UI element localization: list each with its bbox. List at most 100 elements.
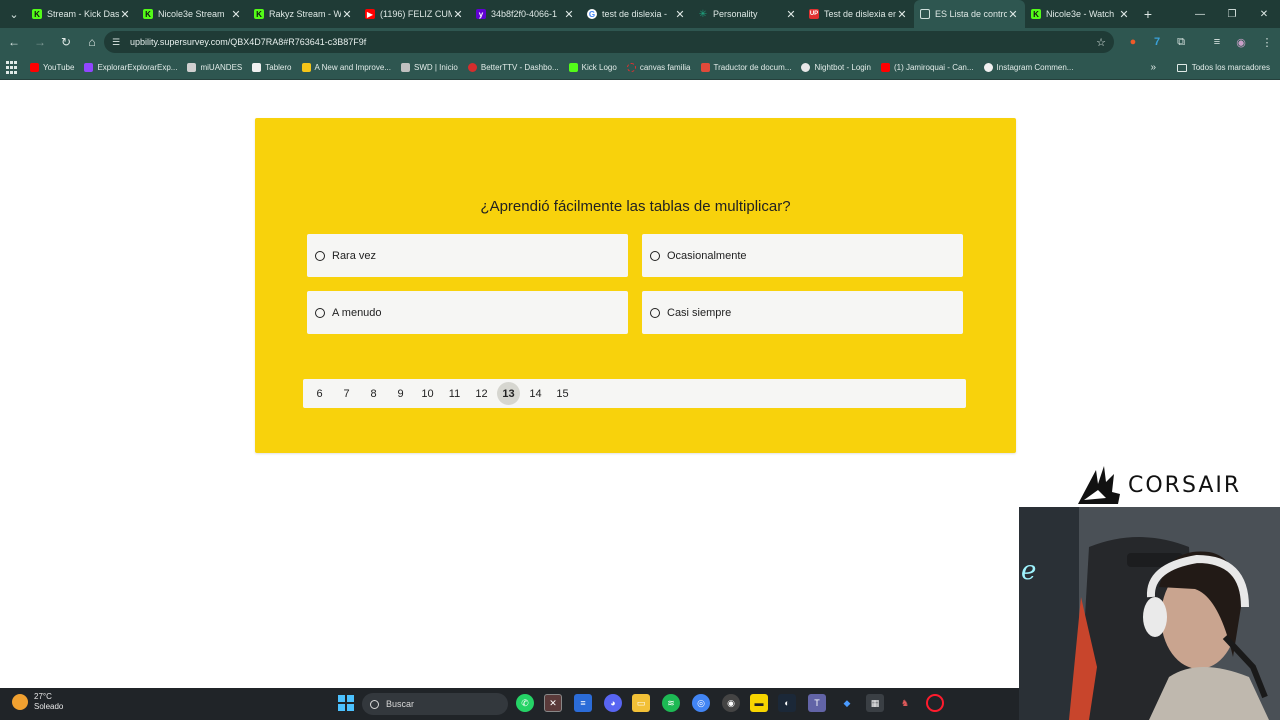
reload-icon[interactable]: ↻ [54,30,78,54]
browser-tab[interactable]: y 34b8f2f0-4066-1 ✕ [470,0,581,28]
swd-icon [400,63,410,72]
browser-tab[interactable]: K Rakyz Stream - W ✕ [248,0,359,28]
browser-tab[interactable]: K Stream - Kick Das ✕ [26,0,137,28]
radio-icon[interactable] [315,250,325,261]
steam-icon[interactable]: ◐ [778,694,796,712]
browser-tab[interactable]: Gtest de dislexia - ✕ [581,0,692,28]
forward-icon[interactable]: → [28,30,52,54]
browser-tab[interactable]: ✳ Personality ✕ [692,0,803,28]
extension-fox-icon[interactable]: ● [1122,28,1144,56]
close-icon[interactable]: ✕ [785,8,797,21]
address-bar[interactable]: ☰ upbility.supersurvey.com/QBX4D7RA8#R76… [104,31,1114,53]
edge-beta-icon[interactable]: ◆ [838,694,856,712]
page-button-7[interactable]: 7 [335,382,358,405]
more-bookmarks-icon[interactable]: » [1150,62,1156,73]
close-icon[interactable]: ✕ [563,8,575,21]
close-icon[interactable]: ✕ [341,8,353,21]
browser-tab[interactable]: K Nicole3e - Watch ✕ [1025,0,1136,28]
bookmark-item[interactable]: Traductor de docum... [700,63,792,72]
page-button-10[interactable]: 10 [416,382,439,405]
folder-icon [1176,63,1187,72]
page-button-15[interactable]: 15 [551,382,574,405]
option-casi-siempre[interactable]: Casi siempre [642,291,963,334]
radio-icon[interactable] [315,307,325,318]
close-icon[interactable]: ✕ [674,8,686,21]
sticky-notes-icon[interactable]: ▬ [750,694,768,712]
bookmark-item[interactable]: canvas familia [626,63,691,72]
restore-icon[interactable]: ❐ [1216,0,1248,28]
close-icon[interactable]: ✕ [230,8,242,21]
notepad-icon[interactable]: ≡ [574,694,592,712]
close-window-icon[interactable]: ✕ [1248,0,1280,28]
whatsapp-icon[interactable]: ✆ [516,694,534,712]
page-button-9[interactable]: 9 [389,382,412,405]
page-button-14[interactable]: 14 [524,382,547,405]
tab-search-icon[interactable]: ⌄ [2,2,26,26]
apps-grid-icon[interactable] [6,60,20,75]
close-icon[interactable]: ✕ [452,8,464,21]
opera-icon[interactable] [926,694,944,712]
weather-widget[interactable]: 27°C Soleado [12,692,63,712]
browser-tab[interactable]: K Nicole3e Stream ✕ [137,0,248,28]
radio-icon[interactable] [650,307,660,318]
terminal-icon[interactable]: ✕ [544,694,562,712]
close-icon[interactable]: ✕ [119,8,131,21]
bookmark-item[interactable]: BetterTTV - Dashbo... [467,63,559,72]
calculator-icon[interactable]: ▦ [866,694,884,712]
extensions-puzzle-icon[interactable]: ⧉ [1170,28,1192,56]
close-icon[interactable]: ✕ [1118,8,1130,21]
close-icon[interactable]: ✕ [896,8,908,21]
minimize-icon[interactable]: — [1184,0,1216,28]
bookmark-item[interactable]: SWD | Inicio [400,63,458,72]
tab-title: test de dislexia - [602,9,668,19]
spotify-icon[interactable]: ≋ [662,694,680,712]
bookmark-item[interactable]: Tablero [252,63,292,72]
bookmark-label: Traductor de docum... [713,63,792,72]
teams-icon[interactable]: T [808,694,826,712]
option-rara-vez[interactable]: Rara vez [307,234,628,277]
discord-icon[interactable]: ◕ [604,694,622,712]
file-explorer-icon[interactable]: ▭ [632,694,650,712]
browser-tab-active[interactable]: ES Lista de contro ✕ [914,0,1025,28]
option-a-menudo[interactable]: A menudo [307,291,628,334]
window-controls: — ❐ ✕ [1184,0,1280,28]
bookmark-item[interactable]: ExplorarExplorarExp... [84,63,177,72]
windows-start-icon[interactable] [337,694,355,712]
temperature: 27°C [34,692,52,701]
back-icon[interactable]: ← [2,30,26,54]
menu-kebab-icon[interactable]: ⋮ [1256,28,1278,56]
page-button-6[interactable]: 6 [308,382,331,405]
close-icon[interactable]: ✕ [1007,8,1019,21]
all-bookmarks-button[interactable]: Todos los marcadores [1176,63,1270,72]
youtube-icon [880,63,890,72]
page-button-12[interactable]: 12 [470,382,493,405]
home-icon[interactable]: ⌂ [80,30,104,54]
tab-title: (1196) FELIZ CUM [380,9,452,19]
browser-tab[interactable]: UP Test de dislexia en ✕ [803,0,914,28]
bookmark-item[interactable]: Instagram Commen... [983,63,1073,72]
page-button-8[interactable]: 8 [362,382,385,405]
bookmark-item[interactable]: (1) Jamiroquai - Can... [880,63,974,72]
reading-list-icon[interactable]: ≡ [1206,28,1228,56]
profile-avatar[interactable]: ◉ [1230,28,1252,56]
taskbar-search[interactable]: Buscar [362,693,508,715]
webcam-overlay: e [1019,507,1280,720]
browser-tab[interactable]: ▶ (1196) FELIZ CUM ✕ [359,0,470,28]
bookmark-star-icon[interactable]: ☆ [1096,36,1106,49]
bookmark-item[interactable]: A New and Improve... [301,63,391,72]
game-bar-icon[interactable]: ♞ [896,694,914,712]
page-button-11[interactable]: 11 [443,382,466,405]
radio-icon[interactable] [650,250,660,261]
option-ocasionalmente[interactable]: Ocasionalmente [642,234,963,277]
site-info-icon[interactable]: ☰ [112,37,124,48]
new-tab-button[interactable]: + [1136,6,1160,22]
obs-icon[interactable]: ◉ [722,694,740,712]
bookmark-item[interactable]: miUANDES [187,63,242,72]
bookmark-item[interactable]: Kick Logo [568,63,617,72]
bookmark-item[interactable]: YouTube [30,63,74,72]
bookmark-item[interactable]: Nightbot - Login [801,63,871,72]
option-label: Casi siempre [667,306,732,319]
extension-tv-icon[interactable]: 7 [1146,28,1168,56]
chrome-icon[interactable]: ◎ [692,694,710,712]
page-button-13-current[interactable]: 13 [497,382,520,405]
